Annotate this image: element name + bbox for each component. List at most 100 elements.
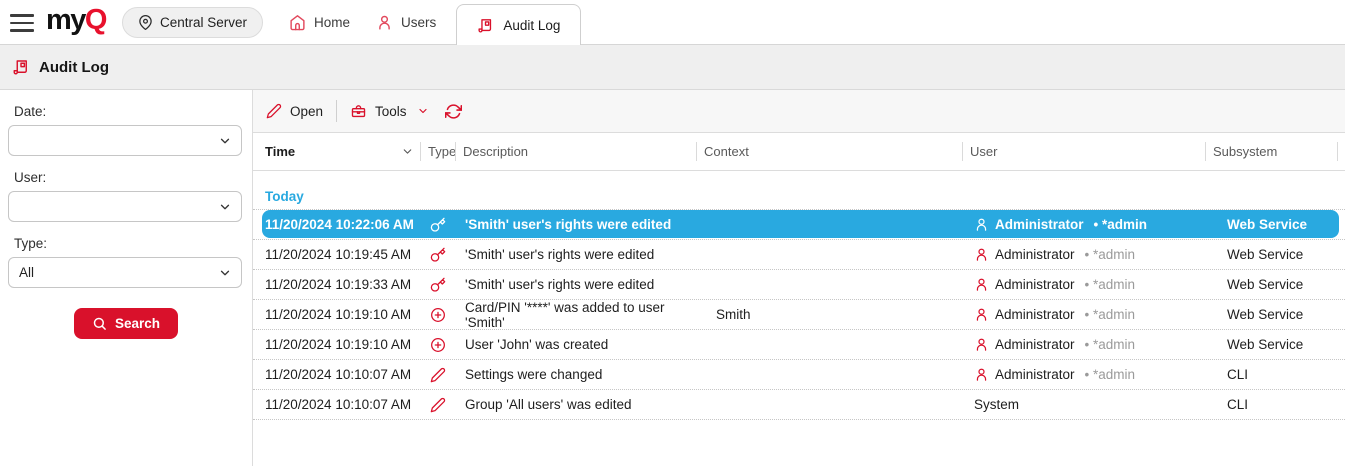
user-name: Administrator (995, 217, 1084, 232)
myq-logo[interactable]: myQ (46, 6, 106, 39)
user-login: • *admin (1085, 277, 1136, 292)
users-icon (376, 14, 393, 31)
page-title: Audit Log (39, 59, 109, 76)
refresh-icon[interactable] (445, 103, 462, 120)
user-name: Administrator (995, 307, 1075, 322)
cell-context: Smith (696, 300, 962, 329)
cell-time: 11/20/2024 10:10:07 AM (253, 360, 420, 389)
table-body: Today 11/20/2024 10:22:06 AM 'Smith' use… (253, 171, 1345, 420)
user-icon (974, 247, 989, 262)
user-login: • *admin (1094, 217, 1148, 232)
search-button-label: Search (115, 316, 160, 331)
table-toolbar: Open Tools (253, 90, 1345, 133)
cell-description: Group 'All users' was edited (455, 390, 696, 419)
nav-item-home[interactable]: Home (289, 14, 350, 31)
column-time-label: Time (265, 144, 295, 159)
central-server-button[interactable]: Central Server (122, 7, 263, 38)
table-row[interactable]: 11/20/2024 10:19:10 AM Card/PIN '****' w… (253, 300, 1345, 330)
column-header-subsystem[interactable]: Subsystem (1205, 133, 1338, 170)
column-header-user[interactable]: User (962, 133, 1205, 170)
cell-subsystem: Web Service (1205, 300, 1338, 329)
type-select[interactable]: All (8, 257, 242, 288)
cell-time: 11/20/2024 10:19:10 AM (253, 300, 420, 329)
cell-subsystem: Web Service (1205, 210, 1338, 239)
server-pill-label: Central Server (160, 15, 247, 30)
cell-user: Administrator • *admin (962, 300, 1205, 329)
chevron-down-icon (417, 105, 429, 117)
cell-user: Administrator • *admin (962, 240, 1205, 269)
cell-context (696, 270, 962, 299)
cell-description: 'Smith' user's rights were edited (455, 240, 696, 269)
type-label: Type: (14, 236, 252, 251)
cell-time: 11/20/2024 10:22:06 AM (253, 210, 420, 239)
table-row[interactable]: 11/20/2024 10:19:10 AM User 'John' was c… (253, 330, 1345, 360)
add-icon (420, 300, 455, 329)
chevron-down-icon (218, 266, 232, 280)
logo-text: my (46, 4, 85, 36)
cell-description: User 'John' was created (455, 330, 696, 359)
user-label: User: (14, 170, 252, 185)
user-name: Administrator (995, 337, 1075, 352)
cell-context (696, 330, 962, 359)
tools-button[interactable]: Tools (350, 103, 429, 120)
cell-description: 'Smith' user's rights were edited (455, 210, 696, 239)
tools-button-label: Tools (375, 104, 407, 119)
table-row[interactable]: 11/20/2024 10:19:33 AM 'Smith' user's ri… (253, 270, 1345, 300)
table-row[interactable]: 11/20/2024 10:10:07 AM Group 'All users'… (253, 390, 1345, 420)
key-icon (420, 270, 455, 299)
cell-user: Administrator • *admin (962, 360, 1205, 389)
cell-description: 'Smith' user's rights were edited (455, 270, 696, 299)
myq-audit-log-app: myQ Central Server Home Users Audit Log … (0, 0, 1345, 467)
edit-icon (266, 103, 282, 119)
table-header: Time Type Description Context User Subsy… (253, 133, 1345, 171)
user-icon (974, 277, 989, 292)
cell-description: Settings were changed (455, 360, 696, 389)
search-button[interactable]: Search (74, 308, 178, 339)
user-select[interactable] (8, 191, 242, 222)
date-select[interactable] (8, 125, 242, 156)
cell-user: Administrator • *admin (962, 270, 1205, 299)
chevron-down-icon (218, 200, 232, 214)
user-icon (974, 337, 989, 352)
cell-subsystem: Web Service (1205, 240, 1338, 269)
user-icon (974, 307, 989, 322)
location-pin-icon (138, 15, 153, 30)
cell-subsystem: CLI (1205, 360, 1338, 389)
user-name: Administrator (995, 247, 1075, 262)
toolbox-icon (350, 103, 367, 120)
table-row[interactable]: 11/20/2024 10:10:07 AM Settings were cha… (253, 360, 1345, 390)
cell-context (696, 210, 962, 239)
column-header-type[interactable]: Type (420, 133, 455, 170)
cell-time: 11/20/2024 10:19:10 AM (253, 330, 420, 359)
tab-audit-log[interactable]: Audit Log (456, 4, 581, 45)
column-header-description[interactable]: Description (455, 133, 696, 170)
user-name: Administrator (995, 367, 1075, 382)
page-title-bar: Audit Log (0, 45, 1345, 90)
cell-subsystem: CLI (1205, 390, 1338, 419)
nav-item-users[interactable]: Users (376, 14, 436, 31)
user-name: Administrator (995, 277, 1075, 292)
open-button[interactable]: Open (266, 103, 323, 119)
cell-context (696, 360, 962, 389)
table-row[interactable]: 11/20/2024 10:22:06 AM 'Smith' user's ri… (253, 210, 1345, 240)
top-navbar: myQ Central Server Home Users Audit Log (0, 0, 1345, 45)
table-row[interactable]: 11/20/2024 10:19:45 AM 'Smith' user's ri… (253, 240, 1345, 270)
edit-icon (420, 360, 455, 389)
sort-chevron-icon[interactable] (401, 145, 414, 158)
audit-log-panel: Open Tools Time Type Description Context (253, 90, 1345, 466)
column-header-context[interactable]: Context (696, 133, 962, 170)
open-button-label: Open (290, 104, 323, 119)
user-login: • *admin (1085, 367, 1136, 382)
logo-q: Q (85, 4, 106, 36)
cell-time: 11/20/2024 10:10:07 AM (253, 390, 420, 419)
column-header-time[interactable]: Time (253, 133, 420, 170)
add-icon (420, 330, 455, 359)
user-icon (974, 367, 989, 382)
cell-context (696, 240, 962, 269)
user-login: • *admin (1085, 337, 1136, 352)
cell-description: Card/PIN '****' was added to user 'Smith… (455, 300, 696, 329)
home-icon (289, 14, 306, 31)
search-icon (92, 316, 107, 331)
menu-icon[interactable] (10, 14, 34, 32)
toolbar-divider (336, 100, 337, 122)
